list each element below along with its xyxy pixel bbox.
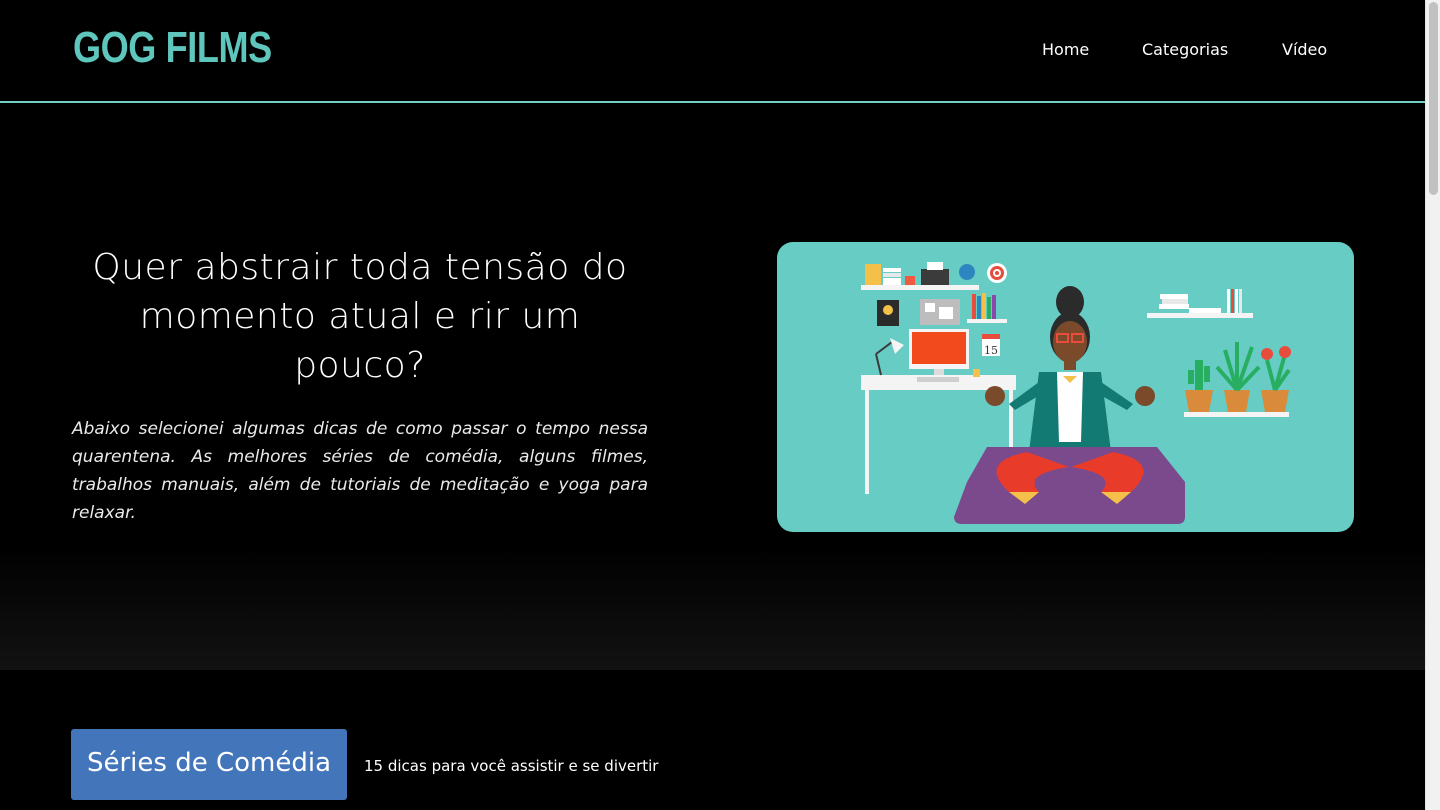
desk-lamp-icon — [890, 338, 904, 354]
scrollbar-thumb[interactable] — [1429, 2, 1438, 195]
hero-section: Quer abstrair toda tensão do momento atu… — [0, 105, 1425, 670]
calendar-day: 15 — [984, 344, 998, 357]
site-header: GOG FILMS Home Categorias Vídeo — [0, 0, 1425, 103]
nav-categorias-link[interactable]: Categorias — [1142, 38, 1228, 62]
printer-icon — [921, 269, 949, 285]
series-subtitle: 15 dicas para você assistir e se diverti… — [364, 757, 659, 775]
meditation-illustration-svg: 15 — [861, 262, 1291, 524]
potted-flower-icon — [1261, 390, 1289, 412]
series-comedy-button[interactable]: Séries de Comédia — [71, 729, 347, 800]
yoga-mat — [954, 447, 1185, 524]
vertical-scrollbar[interactable] — [1425, 0, 1440, 810]
shelf-top-left — [861, 285, 979, 290]
meditation-illustration: 15 — [777, 242, 1354, 532]
nav-home-link[interactable]: Home — [1042, 38, 1089, 62]
potted-cactus-icon — [1185, 390, 1213, 412]
nav-video-link[interactable]: Vídeo — [1282, 38, 1327, 62]
site-logo[interactable]: GOG FILMS — [73, 20, 272, 76]
shelf-top-right — [1147, 313, 1253, 318]
hero-description: Abaixo selecionei algumas dicas de como … — [72, 419, 648, 523]
books-stack-icon — [865, 264, 881, 285]
hero-title: Quer abstrair toda tensão do momento atu… — [92, 247, 628, 386]
plant-shelf — [1184, 412, 1289, 417]
series-section: Séries de Comédia 15 dicas para você ass… — [0, 670, 1425, 810]
potted-palm-icon — [1224, 390, 1250, 412]
globe-icon — [959, 264, 975, 280]
page: GOG FILMS Home Categorias Vídeo Quer abs… — [0, 0, 1425, 810]
